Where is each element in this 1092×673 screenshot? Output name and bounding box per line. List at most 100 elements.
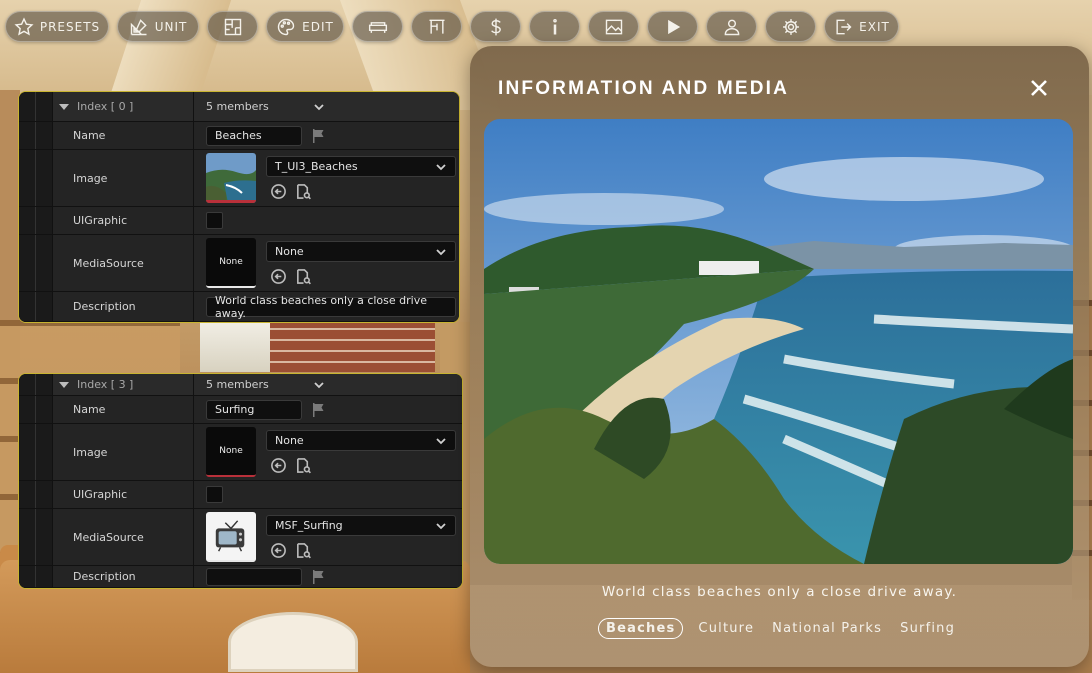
description-row: Description [19, 566, 462, 588]
uigraphic-label: UIGraphic [53, 207, 194, 234]
browse-asset-icon[interactable] [295, 457, 312, 474]
profile-button[interactable] [706, 11, 757, 42]
image-asset-dropdown[interactable]: None [266, 430, 456, 451]
index-label: Index [ 0 ] [77, 100, 134, 113]
presets-button[interactable]: PRESETS [5, 11, 109, 42]
description-label: Description [53, 292, 194, 321]
play-icon [663, 17, 683, 37]
row-gutter [19, 235, 53, 291]
array-element-panel: Index [ 0 ] 5 members Name Beaches Image [18, 91, 460, 323]
flag-icon[interactable] [310, 128, 326, 144]
flag-icon[interactable] [310, 402, 326, 418]
sofa-icon [368, 17, 388, 37]
dollar-icon [486, 17, 506, 37]
index-label-cell: Index [ 3 ] [53, 374, 194, 395]
media-image [484, 119, 1073, 564]
exit-icon [833, 17, 853, 37]
star-icon [14, 16, 34, 37]
row-gutter [19, 566, 53, 587]
exit-label: EXIT [859, 19, 890, 34]
image-asset-dropdown[interactable]: T_UI3_Beaches [266, 156, 456, 177]
window [200, 320, 270, 372]
tab-surfing[interactable]: Surfing [897, 618, 958, 639]
browse-asset-icon[interactable] [295, 268, 312, 285]
close-button[interactable] [1029, 78, 1049, 98]
furniture-button[interactable] [352, 11, 403, 42]
gear-icon [781, 17, 801, 37]
row-gutter [19, 150, 53, 206]
index-label: Index [ 3 ] [77, 378, 134, 391]
name-label: Name [53, 122, 194, 149]
name-field[interactable]: Surfing [206, 399, 302, 420]
name-label: Name [53, 396, 194, 423]
uigraphic-value-cell [194, 207, 459, 234]
image-thumbnail[interactable] [206, 153, 256, 203]
tab-beaches[interactable]: Beaches [598, 618, 684, 639]
mediasource-thumbnail[interactable] [206, 512, 256, 562]
ruler-pencil-icon [129, 17, 149, 37]
index-row[interactable]: Index [ 3 ] 5 members [19, 374, 462, 396]
uigraphic-checkbox[interactable] [206, 212, 223, 229]
chevron-down-icon [436, 248, 446, 255]
array-element-panel: Index [ 3 ] 5 members Name Surfing Image… [18, 373, 463, 589]
description-field[interactable] [206, 567, 302, 586]
mediasource-asset-dropdown[interactable]: MSF_Surfing [266, 515, 456, 536]
use-selected-icon[interactable] [270, 183, 287, 200]
uigraphic-row: UIGraphic [19, 481, 462, 509]
image-asset-picker: None [266, 430, 456, 474]
mediasource-label: MediaSource [53, 509, 194, 565]
flag-icon[interactable] [310, 569, 326, 585]
unit-button[interactable]: UNIT [117, 11, 199, 42]
panel-title: INFORMATION AND MEDIA [498, 78, 790, 99]
exit-button[interactable]: EXIT [824, 11, 899, 42]
mediasource-label: MediaSource [53, 235, 194, 291]
members-dropdown[interactable]: 5 members [206, 378, 325, 391]
members-count: 5 members [206, 100, 269, 113]
row-gutter [19, 374, 53, 395]
mediasource-thumbnail[interactable]: None [206, 238, 256, 288]
description-value-cell: World class beaches only a close drive a… [194, 292, 459, 321]
index-row[interactable]: Index [ 0 ] 5 members [19, 92, 459, 122]
use-selected-icon[interactable] [270, 542, 287, 559]
image-value-cell: T_UI3_Beaches [194, 150, 459, 206]
info-icon [545, 17, 565, 37]
gallery-button[interactable] [588, 11, 639, 42]
collapse-triangle-icon[interactable] [59, 103, 69, 110]
tab-national-parks[interactable]: National Parks [769, 618, 885, 639]
presets-label: PRESETS [39, 19, 101, 34]
information-media-panel: INFORMATION AND MEDIA World class beache… [470, 46, 1089, 667]
mediasource-asset-dropdown[interactable]: None [266, 241, 456, 262]
browse-asset-icon[interactable] [295, 542, 312, 559]
floorplan-button[interactable] [207, 11, 258, 42]
image-row: Image T_UI3_Beaches [19, 150, 459, 207]
media-description: World class beaches only a close drive a… [601, 584, 958, 600]
members-cell: 5 members [194, 374, 462, 395]
edit-button[interactable]: EDIT [266, 11, 344, 42]
browse-asset-icon[interactable] [295, 183, 312, 200]
category-tabs: Beaches Culture National Parks Surfing [598, 618, 958, 639]
pricing-button[interactable] [470, 11, 521, 42]
name-row: Name Beaches [19, 122, 459, 150]
image-asset-name: None [275, 434, 304, 447]
members-count: 5 members [206, 378, 269, 391]
description-field[interactable]: World class beaches only a close drive a… [206, 294, 456, 320]
members-dropdown[interactable]: 5 members [206, 100, 325, 113]
tab-culture[interactable]: Culture [695, 618, 757, 639]
use-selected-icon[interactable] [270, 268, 287, 285]
top-toolbar: PRESETS UNIT EDIT EXIT [5, 11, 899, 42]
play-button[interactable] [647, 11, 698, 42]
uigraphic-checkbox[interactable] [206, 486, 223, 503]
index-label-cell: Index [ 0 ] [53, 92, 194, 121]
mediasource-asset-picker: None [266, 241, 456, 285]
chevron-down-icon [436, 163, 446, 170]
mediasource-row: MediaSource MSF_Surfing [19, 509, 462, 566]
collapse-triangle-icon[interactable] [59, 381, 69, 388]
use-selected-icon[interactable] [270, 457, 287, 474]
row-gutter [19, 481, 53, 508]
description-row: Description World class beaches only a c… [19, 292, 459, 322]
image-thumbnail[interactable]: None [206, 427, 256, 477]
name-field[interactable]: Beaches [206, 125, 302, 146]
measure-button[interactable] [411, 11, 462, 42]
settings-button[interactable] [765, 11, 816, 42]
info-button[interactable] [529, 11, 580, 42]
